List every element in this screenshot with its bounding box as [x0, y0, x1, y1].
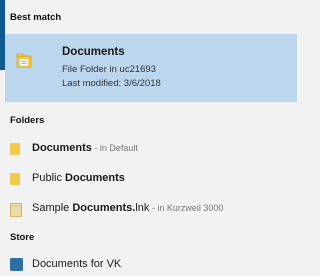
folder-result-sample-documents[interactable]: Sample Documents.lnk - in Kurzweil 3000 [0, 198, 297, 220]
best-match-item[interactable]: Documents File Folder in uc21693 Last mo… [5, 34, 297, 102]
app-icon [10, 258, 23, 271]
best-match-subtitle: File Folder in uc21693 [62, 64, 156, 75]
best-match-title: Documents [62, 46, 125, 58]
result-suffix: lnk [135, 202, 150, 214]
result-meta: - in Kurzweil 3000 [149, 203, 224, 213]
shortcut-icon [10, 203, 22, 217]
result-bold: Documents. [72, 202, 136, 214]
result-prefix: Sample [32, 202, 73, 214]
folder-result-public-documents[interactable]: Public Documents [0, 168, 297, 190]
store-result-documents-for-vk[interactable]: Documents for VK [0, 254, 297, 276]
folder-icon [16, 53, 32, 68]
result-meta: - in Default [91, 143, 138, 153]
result-prefix: Public [32, 172, 66, 184]
folder-icon [10, 173, 20, 185]
result-bold: Documents [32, 142, 92, 154]
section-store: Store [10, 232, 35, 243]
result-bold: Documents [65, 172, 125, 184]
section-best-match: Best match [10, 12, 62, 23]
folder-icon [10, 143, 20, 155]
store-result-label: Documents for VK [32, 258, 122, 270]
folder-result-documents[interactable]: Documents - in Default [0, 138, 297, 160]
best-match-modified: Last modified: 3/6/2018 [62, 78, 161, 89]
section-folders: Folders [10, 115, 45, 126]
